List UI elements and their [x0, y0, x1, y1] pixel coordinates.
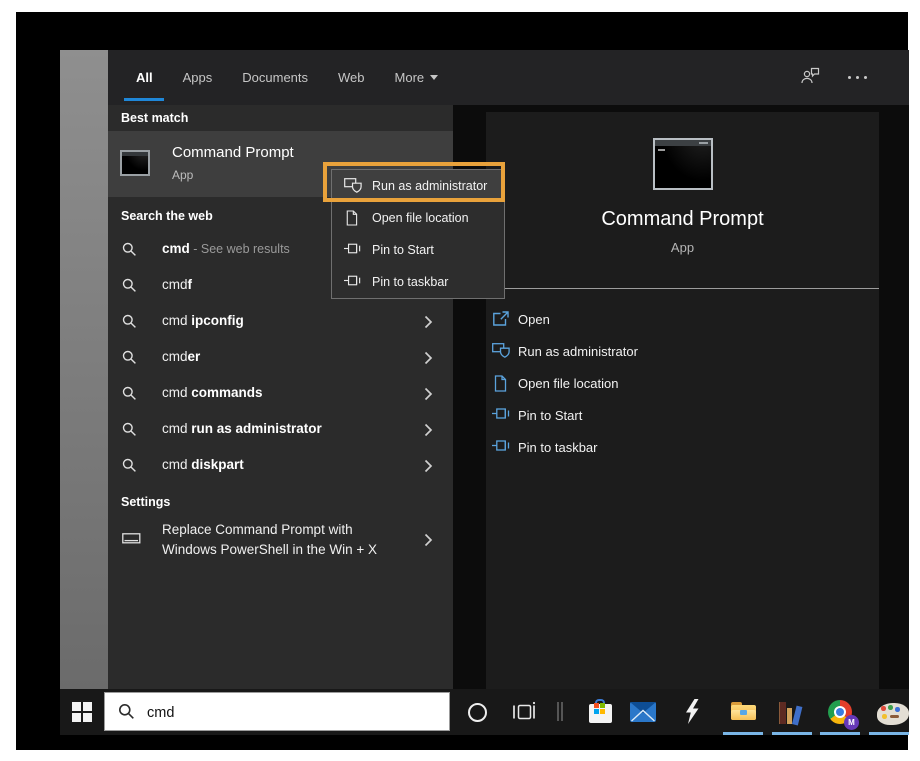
menu-item-run-as-administrator[interactable]: Run as administrator [332, 170, 504, 202]
feedback-icon[interactable] [801, 67, 820, 89]
search-filter-tabbar: All Apps Documents Web More [108, 50, 909, 105]
pin-icon [492, 407, 511, 425]
run-as-admin-icon [492, 343, 510, 364]
preview-actions-list: Open Run as administrator Open file loca… [486, 304, 879, 464]
cortana-icon[interactable] [468, 703, 487, 722]
search-icon [122, 278, 137, 298]
start-button[interactable] [72, 702, 92, 722]
search-icon [122, 350, 137, 370]
task-view-icon[interactable] [512, 701, 536, 728]
running-indicator [723, 732, 763, 735]
search-icon [122, 458, 137, 478]
selected-tab-underline [124, 98, 164, 101]
pin-icon [344, 274, 362, 292]
chevron-right-icon[interactable] [424, 387, 433, 406]
settings-item-label: Replace Command Prompt with Windows Powe… [162, 520, 402, 560]
books-icon[interactable] [779, 700, 805, 726]
chevron-right-icon[interactable] [424, 315, 433, 334]
run-as-admin-icon [344, 178, 362, 199]
mail-icon[interactable] [630, 702, 656, 728]
open-icon [492, 311, 509, 332]
desktop-background [60, 50, 108, 689]
menu-item-pin-to-start[interactable]: Pin to Start [332, 234, 504, 266]
context-menu: Run as administrator Open file location … [331, 169, 505, 299]
search-icon [118, 703, 135, 720]
search-input[interactable] [145, 693, 439, 732]
search-icon [122, 314, 137, 334]
divider [486, 288, 879, 289]
best-match-app-type: App [172, 168, 193, 182]
chevron-right-icon[interactable] [424, 423, 433, 442]
tab-all[interactable]: All [136, 70, 153, 85]
chevron-down-icon [430, 75, 438, 80]
action-run-as-administrator[interactable]: Run as administrator [486, 336, 879, 368]
menu-item-open-file-location[interactable]: Open file location [332, 202, 504, 234]
chevron-right-icon[interactable] [424, 533, 433, 552]
search-icon [122, 242, 137, 262]
preview-app-name: Command Prompt [486, 208, 879, 231]
running-indicator [772, 732, 812, 735]
chevron-right-icon[interactable] [424, 459, 433, 478]
chevron-right-icon[interactable] [424, 351, 433, 370]
command-prompt-icon-large [653, 138, 713, 190]
taskbar-search-box[interactable] [104, 692, 450, 731]
search-icon [122, 422, 137, 442]
lightning-icon[interactable] [684, 699, 710, 725]
pin-icon [344, 242, 362, 260]
action-open[interactable]: Open [486, 304, 879, 336]
open-file-location-icon [344, 210, 358, 231]
tab-documents[interactable]: Documents [242, 70, 308, 85]
search-the-web-header: Search the web [121, 209, 213, 223]
chrome-icon[interactable]: M [828, 700, 854, 726]
open-file-location-icon [492, 375, 507, 397]
microsoft-store-icon[interactable] [588, 699, 614, 725]
pin-icon [492, 439, 511, 457]
tab-web[interactable]: Web [338, 70, 365, 85]
running-indicator [820, 732, 860, 735]
menu-item-pin-to-taskbar[interactable]: Pin to taskbar [332, 266, 504, 298]
tab-more[interactable]: More [395, 70, 439, 85]
tab-apps[interactable]: Apps [183, 70, 213, 85]
action-pin-to-taskbar[interactable]: Pin to taskbar [486, 432, 879, 464]
action-pin-to-start[interactable]: Pin to Start [486, 400, 879, 432]
suggestion-row[interactable]: cmd run as administrator [108, 412, 453, 448]
tab-all-label: All [136, 70, 153, 85]
search-icon [122, 386, 137, 406]
palette-icon[interactable] [877, 701, 903, 727]
settings-result[interactable]: Replace Command Prompt with Windows Powe… [108, 515, 453, 569]
taskbar: M [60, 689, 909, 735]
settings-header: Settings [121, 495, 170, 509]
border-frame: All Apps Documents Web More [16, 12, 908, 750]
suggestion-row[interactable]: cmder [108, 340, 453, 376]
preview-panel: Command Prompt App Open Run as administr… [486, 112, 879, 689]
suggestion-row[interactable]: cmd commands [108, 376, 453, 412]
chrome-profile-badge: M [844, 715, 859, 730]
more-options-icon[interactable] [848, 76, 867, 79]
windows-desktop: All Apps Documents Web More [60, 50, 909, 735]
best-match-header: Best match [121, 111, 188, 125]
taskbar-separator [557, 702, 565, 721]
running-indicator [869, 732, 909, 735]
action-open-file-location[interactable]: Open file location [486, 368, 879, 400]
screenshot-canvas: All Apps Documents Web More [0, 0, 920, 761]
suggestion-row[interactable]: cmd diskpart [108, 448, 453, 484]
suggestion-row[interactable]: cmd ipconfig [108, 304, 453, 340]
best-match-app-name: Command Prompt [172, 144, 294, 161]
settings-item-icon [122, 531, 141, 549]
command-prompt-icon [120, 150, 150, 176]
file-explorer-icon[interactable] [731, 702, 757, 728]
preview-app-type: App [486, 240, 879, 255]
